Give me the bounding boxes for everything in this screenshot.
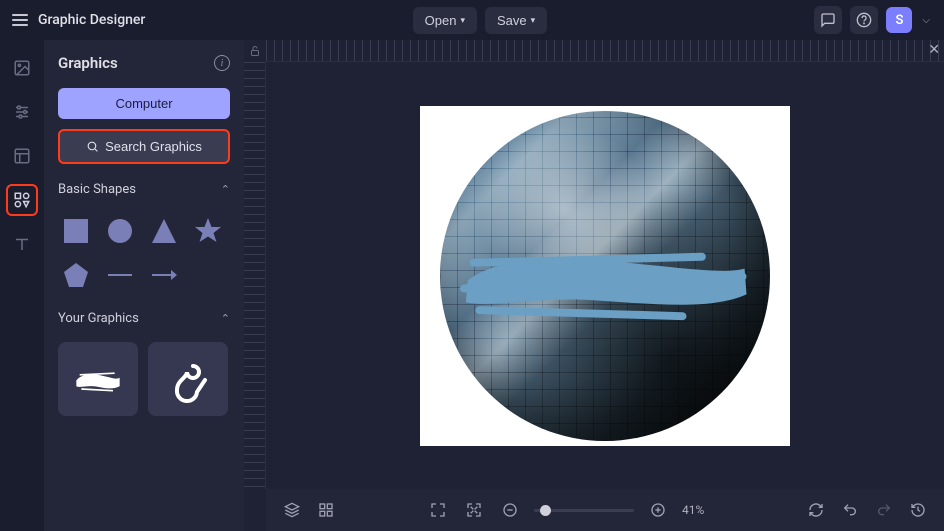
disco-ball-image[interactable]	[440, 111, 770, 441]
zoom-slider-thumb[interactable]	[540, 505, 551, 516]
refresh-icon[interactable]	[804, 498, 828, 522]
menu-icon[interactable]	[12, 14, 28, 26]
zoom-slider[interactable]	[534, 509, 634, 512]
chevron-up-icon: ⌃	[221, 183, 230, 196]
chevron-down-icon: ▾	[531, 15, 536, 26]
search-graphics-button[interactable]: Search Graphics	[58, 129, 230, 164]
close-icon[interactable]: ✕	[928, 42, 940, 58]
open-button[interactable]: Open ▾	[413, 7, 477, 34]
computer-label: Computer	[115, 96, 172, 111]
avatar-letter: S	[895, 13, 903, 28]
tool-strip	[0, 40, 44, 531]
zoom-out-icon[interactable]	[498, 498, 522, 522]
info-icon[interactable]: i	[214, 55, 230, 71]
graphic-ampersand[interactable]	[148, 342, 228, 416]
image-tool-icon[interactable]	[6, 52, 38, 84]
ruler-horizontal[interactable]	[266, 40, 944, 62]
zoom-in-icon[interactable]	[646, 498, 670, 522]
save-button[interactable]: Save ▾	[485, 7, 547, 34]
basic-shapes-header[interactable]: Basic Shapes ⌃	[58, 182, 230, 197]
save-label: Save	[497, 13, 527, 28]
artboard[interactable]	[420, 106, 790, 446]
shape-square[interactable]	[58, 213, 94, 249]
app-title: Graphic Designer	[38, 12, 145, 28]
brush-overlay-graphic[interactable]	[460, 233, 750, 332]
grid-icon[interactable]	[314, 498, 338, 522]
shape-circle[interactable]	[102, 213, 138, 249]
search-label: Search Graphics	[105, 139, 202, 154]
chevron-down-icon: ▾	[460, 15, 465, 26]
history-icon[interactable]	[906, 498, 930, 522]
open-label: Open	[425, 13, 457, 28]
panel-title: Graphics	[58, 54, 118, 72]
redo-icon[interactable]	[872, 498, 896, 522]
shape-triangle[interactable]	[146, 213, 182, 249]
comment-icon[interactable]	[814, 6, 842, 34]
search-icon	[86, 140, 99, 153]
shapes-grid	[58, 213, 230, 293]
your-graphics-label: Your Graphics	[58, 311, 139, 326]
basic-shapes-label: Basic Shapes	[58, 182, 136, 197]
zoom-percent: 41%	[682, 503, 716, 517]
fullscreen-icon[interactable]	[426, 498, 450, 522]
graphics-panel: Graphics i Computer Search Graphics Basi…	[44, 40, 244, 531]
graphic-brush-stroke[interactable]	[58, 342, 138, 416]
your-graphics-grid	[58, 342, 230, 416]
top-bar: Graphic Designer Open ▾ Save ▾ S ⌵	[0, 0, 944, 40]
fit-screen-icon[interactable]	[462, 498, 486, 522]
layers-icon[interactable]	[280, 498, 304, 522]
computer-button[interactable]: Computer	[58, 88, 230, 119]
graphics-tool-icon[interactable]	[6, 184, 38, 216]
adjust-tool-icon[interactable]	[6, 96, 38, 128]
shape-star[interactable]	[190, 213, 226, 249]
shape-pentagon[interactable]	[58, 257, 94, 293]
chevron-up-icon: ⌃	[221, 312, 230, 325]
text-tool-icon[interactable]	[6, 228, 38, 260]
undo-icon[interactable]	[838, 498, 862, 522]
bottom-toolbar: 41%	[266, 489, 944, 531]
shape-arrow[interactable]	[146, 257, 182, 293]
shape-line[interactable]	[102, 257, 138, 293]
account-chevron-icon[interactable]: ⌵	[920, 15, 932, 26]
avatar[interactable]: S	[886, 7, 912, 33]
your-graphics-header[interactable]: Your Graphics ⌃	[58, 311, 230, 326]
help-icon[interactable]	[850, 6, 878, 34]
template-tool-icon[interactable]	[6, 140, 38, 172]
ruler-vertical[interactable]	[244, 62, 266, 489]
canvas-viewport[interactable]	[266, 62, 944, 489]
canvas-area: ✕	[244, 40, 944, 531]
lock-icon[interactable]	[244, 40, 266, 62]
